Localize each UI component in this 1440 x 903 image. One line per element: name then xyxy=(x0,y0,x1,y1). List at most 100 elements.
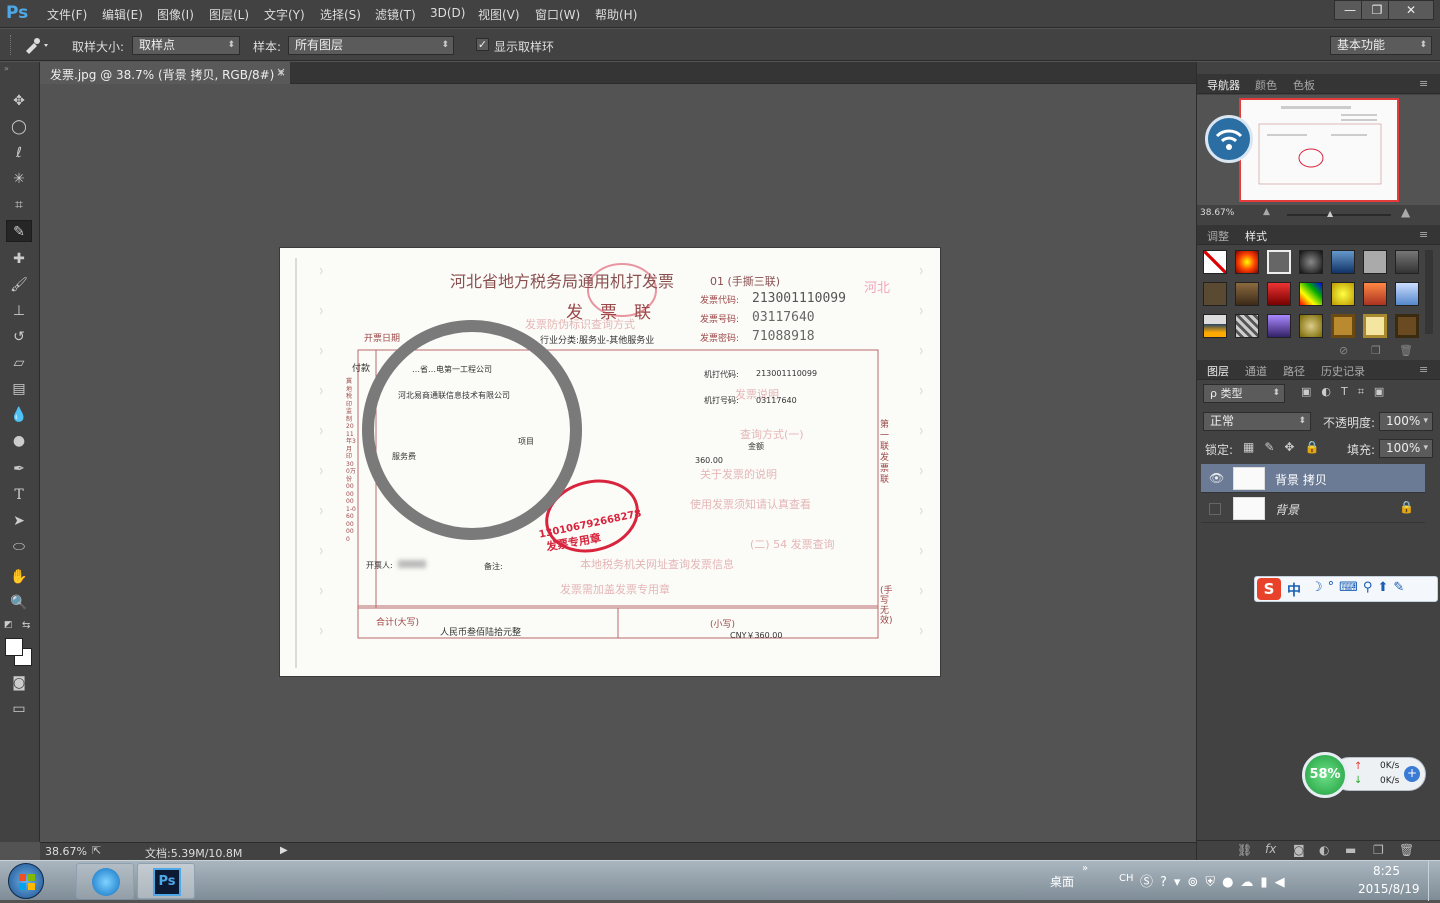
collapse-icon[interactable]: » xyxy=(4,64,9,73)
toolbar-expand-icon[interactable]: » xyxy=(1082,863,1088,874)
panel-menu-icon[interactable]: ≡ xyxy=(1419,363,1428,376)
swap-colors-icon[interactable]: ⇆ xyxy=(22,620,30,631)
style-swatch[interactable] xyxy=(1331,282,1355,306)
tab-color[interactable]: 颜色 xyxy=(1255,77,1277,93)
sogou-logo-icon[interactable]: S xyxy=(1257,578,1281,600)
ime-mode[interactable]: 中 xyxy=(1287,580,1301,600)
styles-scrollbar[interactable] xyxy=(1425,250,1433,334)
panel-menu-icon[interactable]: ≡ xyxy=(1419,228,1428,241)
tab-swatches[interactable]: 色板 xyxy=(1293,77,1315,93)
style-swatch[interactable] xyxy=(1203,282,1227,306)
ime-toolbar[interactable]: S 中 ☽°⌨⚲⬆✎ xyxy=(1254,576,1438,602)
grip-handle[interactable] xyxy=(10,35,14,55)
add-icon[interactable]: + xyxy=(1404,766,1420,782)
type-tool-icon[interactable]: T xyxy=(6,484,32,506)
wifi-icon[interactable] xyxy=(1205,115,1253,163)
menu-3d[interactable]: 3D(D) xyxy=(430,6,465,20)
menu-help[interactable]: 帮助(H) xyxy=(595,6,637,23)
delete-style-icon[interactable]: 🗑 xyxy=(1399,344,1413,357)
link-layers-icon[interactable]: ⛓ xyxy=(1237,843,1252,857)
start-button[interactable] xyxy=(8,863,44,899)
memory-usage-ball[interactable]: 58% xyxy=(1302,752,1348,798)
tab-layers[interactable]: 图层 xyxy=(1207,363,1229,379)
style-swatch[interactable] xyxy=(1395,250,1419,274)
pen-tool-icon[interactable]: ✒ xyxy=(6,458,32,480)
delete-layer-icon[interactable]: 🗑 xyxy=(1399,843,1414,857)
sample-size-select[interactable]: 取样点 ⬍ xyxy=(132,36,240,55)
close-button[interactable]: ✕ xyxy=(1388,0,1434,20)
lock-icons[interactable]: ▦✎✥🔒 xyxy=(1243,440,1329,454)
status-zoom[interactable]: 38.67% xyxy=(45,845,87,858)
menu-file[interactable]: 文件(F) xyxy=(47,6,87,23)
menu-layer[interactable]: 图层(L) xyxy=(209,6,249,23)
tray-icons[interactable]: Ⓢ?▾⊚⛨●☁▮◀ xyxy=(1140,871,1292,890)
tab-history[interactable]: 历史记录 xyxy=(1321,363,1365,379)
style-none[interactable] xyxy=(1203,250,1227,274)
clock-time[interactable]: 8:25 xyxy=(1373,864,1400,878)
zoom-slider-thumb[interactable]: ▲ xyxy=(1327,209,1333,218)
crop-tool-icon[interactable]: ⌗ xyxy=(6,194,32,216)
tab-navigator[interactable]: 导航器 xyxy=(1207,77,1240,93)
layer-filter-select[interactable]: ρ 类型 ⬍ xyxy=(1203,384,1285,403)
taskbar-app-browser[interactable] xyxy=(76,863,134,899)
dodge-tool-icon[interactable]: ● xyxy=(6,430,32,452)
layer-name[interactable]: 背景 xyxy=(1275,501,1299,518)
eyedropper-tool-icon[interactable]: ✎ xyxy=(6,220,32,242)
zoom-slider[interactable] xyxy=(1287,214,1391,216)
path-selection-tool-icon[interactable]: ➤ xyxy=(6,510,32,532)
visibility-off-box[interactable] xyxy=(1209,503,1221,515)
style-swatch[interactable] xyxy=(1363,314,1387,338)
style-swatch[interactable] xyxy=(1203,314,1227,338)
style-swatch[interactable] xyxy=(1363,250,1387,274)
style-swatch[interactable] xyxy=(1395,314,1419,338)
move-tool-icon[interactable]: ✥ xyxy=(6,90,32,112)
menu-filter[interactable]: 滤镜(T) xyxy=(375,6,416,23)
fill-input[interactable]: 100% ▾ xyxy=(1379,439,1433,458)
group-folder-icon[interactable]: ▬ xyxy=(1345,843,1356,857)
adjustment-layer-icon[interactable]: ◐ xyxy=(1319,843,1329,857)
style-swatch[interactable] xyxy=(1299,282,1323,306)
menu-edit[interactable]: 编辑(E) xyxy=(102,6,143,23)
gradient-tool-icon[interactable]: ▤ xyxy=(6,378,32,400)
navigator-zoom[interactable]: 38.67% xyxy=(1200,208,1234,218)
fx-icon[interactable]: fx xyxy=(1265,842,1276,856)
clock-date[interactable]: 2015/8/19 xyxy=(1358,882,1420,896)
eyedropper-preset-icon[interactable] xyxy=(22,35,52,55)
marquee-tool-icon[interactable]: ◯ xyxy=(6,116,32,138)
visibility-eye-icon[interactable]: 👁 xyxy=(1209,471,1224,485)
menu-window[interactable]: 窗口(W) xyxy=(535,6,580,23)
style-swatch[interactable] xyxy=(1299,314,1323,338)
sample-select[interactable]: 所有图层 ⬍ xyxy=(288,36,454,55)
hand-tool-icon[interactable]: ✋ xyxy=(6,566,32,588)
style-swatch[interactable] xyxy=(1363,282,1387,306)
foreground-color-swatch[interactable] xyxy=(5,638,23,656)
history-brush-tool-icon[interactable]: ↺ xyxy=(6,326,32,348)
style-swatch[interactable] xyxy=(1267,250,1291,274)
menu-type[interactable]: 文字(Y) xyxy=(264,6,305,23)
show-ring-checkbox[interactable]: ✓ xyxy=(476,38,489,51)
desktop-toolbar[interactable]: 桌面 xyxy=(1050,873,1074,890)
style-swatch[interactable] xyxy=(1235,250,1259,274)
style-swatch[interactable] xyxy=(1267,314,1291,338)
brush-tool-icon[interactable]: 🖌 xyxy=(6,274,32,296)
show-desktop-button[interactable] xyxy=(1428,861,1440,901)
style-swatch[interactable] xyxy=(1235,282,1259,306)
language-indicator[interactable]: CH xyxy=(1119,873,1134,884)
screen-mode-icon[interactable]: ▭ xyxy=(6,698,32,720)
blend-mode-select[interactable]: 正常 ⬍ xyxy=(1203,412,1311,431)
workspace-select[interactable]: 基本功能 ⬍ xyxy=(1330,36,1432,55)
style-swatch[interactable] xyxy=(1331,314,1355,338)
blur-tool-icon[interactable]: 💧 xyxy=(6,404,32,426)
menu-select[interactable]: 选择(S) xyxy=(320,6,361,23)
eraser-tool-icon[interactable]: ▱ xyxy=(6,352,32,374)
export-icon[interactable]: ⇱ xyxy=(92,844,101,857)
clear-style-icon[interactable]: ⊘ xyxy=(1339,344,1348,357)
opacity-input[interactable]: 100% ▾ xyxy=(1379,412,1433,431)
style-swatch[interactable] xyxy=(1331,250,1355,274)
zoom-tool-icon[interactable]: 🔍 xyxy=(6,592,32,614)
zoom-out-icon[interactable]: ▲ xyxy=(1263,207,1270,217)
ime-tool-icons[interactable]: ☽°⌨⚲⬆✎ xyxy=(1311,580,1409,595)
layer-row[interactable]: 背景 🔒 xyxy=(1201,494,1425,523)
magic-wand-tool-icon[interactable]: ✳ xyxy=(6,168,32,190)
new-style-icon[interactable]: ❐ xyxy=(1371,344,1381,357)
